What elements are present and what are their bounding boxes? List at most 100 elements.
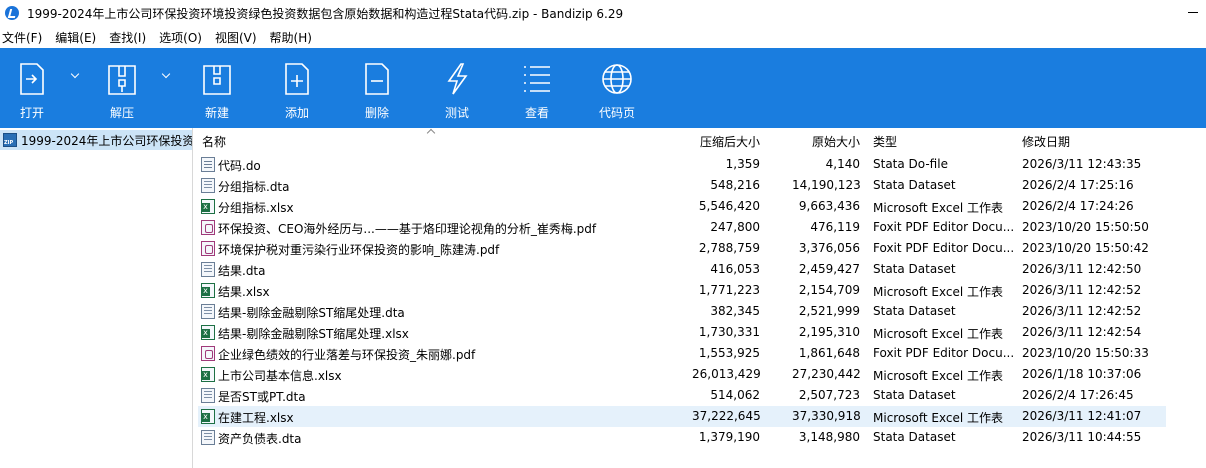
file-name: 资产负债表.dta: [218, 432, 302, 446]
pdf-file-icon: [201, 220, 215, 235]
file-type: Microsoft Excel 工作表: [873, 369, 1004, 383]
delete-label: 删除: [364, 106, 389, 120]
file-modified-date: 2026/3/11 12:42:52: [1022, 304, 1142, 318]
file-list-header: 名称 压缩后大小 原始大小 类型 修改日期: [198, 128, 1206, 154]
dta-file-icon: [201, 388, 215, 403]
file-row[interactable]: 企业绿色绩效的行业落差与环保投资_朱丽娜.pdf 1,553,925 1,861,6…: [198, 343, 1166, 364]
file-type: Stata Dataset: [873, 388, 956, 402]
file-compressed-size: 1,730,331: [698, 325, 760, 339]
file-original-size: 27,230,442: [792, 367, 860, 381]
open-label: 打开: [19, 106, 44, 120]
delete-file-icon: [361, 62, 393, 96]
file-row[interactable]: 上市公司基本信息.xlsx 26,013,429 27,230,442 Microso…: [198, 364, 1166, 385]
excel-file-icon: [201, 325, 215, 340]
file-name: 分组指标.xlsx: [218, 201, 294, 215]
menu-view[interactable]: 视图(V): [215, 27, 264, 48]
minimize-button[interactable]: [1184, 4, 1202, 20]
add-button[interactable]: 添加: [265, 48, 329, 128]
new-archive-icon: [201, 62, 233, 96]
file-type: Microsoft Excel 工作表: [873, 327, 1004, 341]
dta-file-icon: [201, 304, 215, 319]
extract-label: 解压: [109, 106, 134, 120]
pdf-file-icon: [201, 346, 215, 361]
test-label: 测试: [444, 106, 469, 120]
codepage-button[interactable]: 代码页: [585, 48, 649, 128]
file-original-size: 9,663,436: [798, 199, 860, 213]
file-compressed-size: 514,062: [710, 388, 760, 402]
file-type: Foxit PDF Editor Docu...: [873, 346, 1013, 360]
file-modified-date: 2026/3/11 10:44:55: [1022, 430, 1142, 444]
column-header-type[interactable]: 类型: [873, 133, 897, 150]
file-modified-date: 2026/2/4 17:25:16: [1022, 178, 1134, 192]
file-row[interactable]: 代码.do 1,359 4,140 Stata Do-file 2026/3/11 12…: [198, 154, 1166, 175]
file-row[interactable]: 环保投资、CEO海外经历与...——基于烙印理论视角的分析_崔秀梅.pdf 247…: [198, 217, 1166, 238]
file-modified-date: 2026/2/4 17:24:26: [1022, 199, 1134, 213]
title-bar: 1999-2024年上市公司环保投资环境投资绿色投资数据包含原始数据和构造过程S…: [0, 0, 1206, 26]
file-original-size: 3,376,056: [798, 241, 860, 255]
file-row[interactable]: 资产负债表.dta 1,379,190 3,148,980 Stata Dataset…: [198, 427, 1166, 448]
file-name: 结果-剔除金融剔除ST缩尾处理.xlsx: [218, 327, 409, 341]
codepage-label: 代码页: [598, 106, 635, 120]
dta-file-icon: [201, 262, 215, 277]
tree-item-archive-root[interactable]: 1999-2024年上市公司环保投资: [0, 130, 192, 150]
list-icon: [521, 62, 553, 96]
extract-button[interactable]: 解压: [90, 48, 154, 128]
add-file-icon: [281, 62, 313, 96]
add-label: 添加: [284, 106, 309, 120]
menu-file[interactable]: 文件(F): [2, 27, 49, 48]
menu-options[interactable]: 选项(O): [159, 27, 209, 48]
file-compressed-size: 382,345: [710, 304, 760, 318]
file-row[interactable]: 结果-剔除金融剔除ST缩尾处理.dta 382,345 2,521,999 Stata…: [198, 301, 1166, 322]
file-type: Stata Dataset: [873, 430, 956, 444]
column-header-modified[interactable]: 修改日期: [1022, 133, 1070, 150]
new-label: 新建: [204, 106, 229, 120]
file-name: 环保投资、CEO海外经历与...——基于烙印理论视角的分析_崔秀梅.pdf: [218, 222, 597, 236]
delete-button[interactable]: 删除: [345, 48, 409, 128]
menu-edit[interactable]: 编辑(E): [55, 27, 103, 48]
file-modified-date: 2026/3/11 12:41:07: [1022, 409, 1142, 423]
file-original-size: 476,119: [810, 220, 860, 234]
file-row[interactable]: 是否ST或PT.dta 514,062 2,507,723 Stata Dataset…: [198, 385, 1166, 406]
file-modified-date: 2026/1/18 10:37:06: [1022, 367, 1142, 381]
file-row[interactable]: 结果-剔除金融剔除ST缩尾处理.xlsx 1,730,331 2,195,310 Mi…: [198, 322, 1166, 343]
new-button[interactable]: 新建: [185, 48, 249, 128]
test-button[interactable]: 测试: [425, 48, 489, 128]
file-compressed-size: 2,788,759: [698, 241, 760, 255]
extract-icon: [106, 62, 138, 96]
file-original-size: 2,521,999: [798, 304, 860, 318]
file-list: 名称 压缩后大小 原始大小 类型 修改日期 代码.do 1,359 4,140 Sta…: [198, 128, 1206, 468]
menu-find[interactable]: 查找(I): [109, 27, 153, 48]
file-modified-date: 2026/3/11 12:42:50: [1022, 262, 1142, 276]
toolbar: 打开 解压 新建 添加 删除 测试 查看 代码页: [0, 48, 1206, 128]
open-button[interactable]: 打开: [0, 48, 64, 128]
file-row[interactable]: 环境保护税对重污染行业环保投资的影响_陈建涛.pdf 2,788,759 3,376…: [198, 238, 1166, 259]
file-original-size: 2,507,723: [798, 388, 860, 402]
excel-file-icon: [201, 199, 215, 214]
open-dropdown-icon[interactable]: [70, 70, 82, 82]
tree-item-label: 1999-2024年上市公司环保投资: [21, 133, 192, 148]
dta-file-icon: [201, 430, 215, 445]
file-row[interactable]: 结果.dta 416,053 2,459,427 Stata Dataset 2026/…: [198, 259, 1166, 280]
window-title: 1999-2024年上市公司环保投资环境投资绿色投资数据包含原始数据和构造过程S…: [27, 6, 624, 21]
file-name: 在建工程.xlsx: [218, 411, 294, 425]
file-type: Foxit PDF Editor Docu...: [873, 241, 1013, 255]
file-row[interactable]: 在建工程.xlsx 37,222,645 37,330,918 Microsoft E…: [198, 406, 1166, 427]
file-compressed-size: 416,053: [710, 262, 760, 276]
file-compressed-size: 5,546,420: [698, 199, 760, 213]
file-original-size: 2,195,310: [798, 325, 860, 339]
column-header-original[interactable]: 原始大小: [792, 133, 860, 150]
file-name: 结果.dta: [218, 264, 266, 278]
view-button[interactable]: 查看: [505, 48, 569, 128]
file-row[interactable]: 分组指标.dta 548,216 14,190,123 Stata Dataset 20…: [198, 175, 1166, 196]
file-row[interactable]: 分组指标.xlsx 5,546,420 9,663,436 Microsoft Exc…: [198, 196, 1166, 217]
view-label: 查看: [524, 106, 549, 120]
column-header-compressed[interactable]: 压缩后大小: [692, 133, 760, 150]
file-modified-date: 2023/10/20 15:50:50: [1022, 220, 1149, 234]
extract-dropdown-icon[interactable]: [161, 70, 173, 82]
file-compressed-size: 548,216: [710, 178, 760, 192]
file-name: 代码.do: [218, 159, 261, 173]
column-header-name[interactable]: 名称: [202, 133, 226, 150]
file-original-size: 14,190,123: [792, 178, 860, 192]
menu-help[interactable]: 帮助(H): [270, 27, 319, 48]
file-row[interactable]: 结果.xlsx 1,771,223 2,154,709 Microsoft Excel…: [198, 280, 1166, 301]
